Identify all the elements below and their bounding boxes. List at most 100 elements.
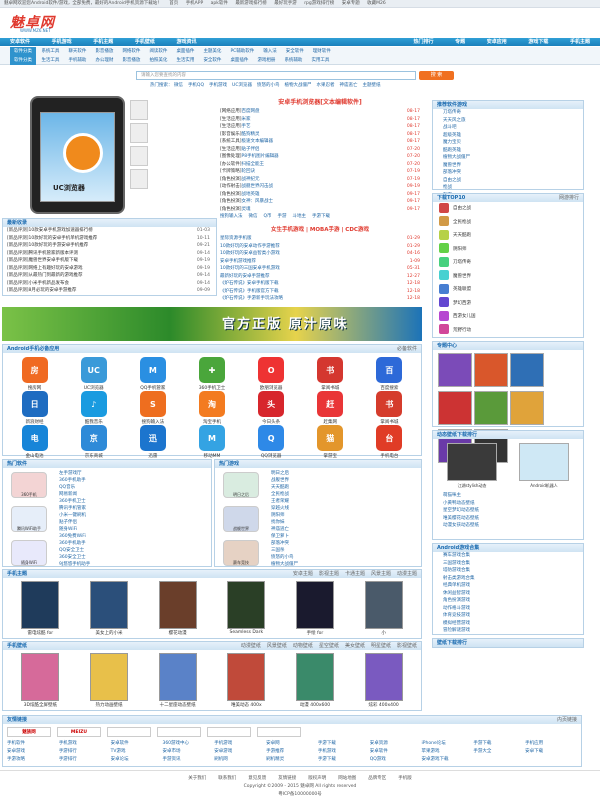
subnav-link[interactable]: 网络软件 [122, 49, 140, 54]
side-list-item[interactable]: 唯美樱花动态壁纸 [433, 515, 583, 523]
side-list-item[interactable]: 星空梦幻动态壁纸 [433, 507, 583, 515]
side-list-item[interactable]: 休闲益智游戏 [433, 590, 583, 598]
games-row[interactable]: 找你妹 [219, 519, 417, 526]
app-item[interactable]: Q QQ浏览器 [242, 425, 301, 459]
subnav-link[interactable]: 系统工具 [41, 49, 59, 54]
newest-title[interactable]: 魔兽世界安卓手机版下载 [29, 258, 79, 263]
theme-item[interactable]: 雷电炫酷 for [16, 581, 64, 636]
subnav-link[interactable]: 生活工具 [41, 58, 59, 63]
newest-row[interactable]: [新品评测]10款安卓手机游戏加速器排行榜 01-03 [3, 227, 216, 235]
nav-item[interactable]: 安卓软件 [0, 38, 40, 46]
newest-title[interactable]: 10款好玩的手游安卓手机推荐 [29, 243, 89, 248]
games-row[interactable]: 战舰世界 [219, 477, 417, 484]
theme-tab[interactable]: 风景主题 [371, 571, 391, 577]
friend-link[interactable]: 安卓软件 [370, 748, 422, 754]
theme-tab[interactable]: 影视主题 [319, 571, 339, 577]
news-row[interactable]: [动作射击]战舰世界闪击战 09-19 [220, 183, 420, 191]
nav-item[interactable]: 热门排行 [404, 38, 444, 46]
side-list-item[interactable]: 魔力宝贝 [433, 139, 583, 147]
subnav-link[interactable]: 办公理财 [95, 58, 113, 63]
subnav-link[interactable]: 安全软件 [286, 49, 304, 54]
side-list-item[interactable]: 冒险解谜游戏 [433, 627, 583, 635]
link-logo[interactable] [157, 727, 201, 737]
news-title[interactable]: 百度网盘 [242, 109, 260, 114]
mid-title[interactable]: 《炉石传说》安卓手机版下载 [220, 281, 279, 286]
thumb[interactable] [130, 123, 148, 143]
link-logo[interactable]: MEIZU [57, 727, 101, 737]
subnav-link[interactable]: 桌面插件 [230, 58, 248, 63]
mid-title[interactable]: 最新好玩的安卓手游推荐 [220, 274, 270, 279]
theme-item[interactable]: 樱花动漫 [154, 581, 202, 636]
topic-image[interactable] [438, 391, 472, 425]
side-list-item[interactable]: 天天风之旅 [433, 117, 583, 125]
side-list-item[interactable]: 塔防游戏合集 [433, 567, 583, 575]
news-title[interactable]: 极速文本编辑器 [242, 139, 274, 144]
friend-link[interactable]: 安卓资源 [370, 740, 422, 746]
news-row[interactable]: [角色扮演]战地英雄 09-17 [220, 191, 420, 199]
featured-phone-image[interactable]: UC浏览器 [30, 96, 125, 214]
friend-link[interactable]: iPhone论坛 [422, 740, 474, 746]
newest-title[interactable]: 8月必玩的安卓手游推荐 [29, 288, 77, 293]
wallpaper-item[interactable]: 动漫 400x600 [291, 653, 339, 708]
news-row[interactable]: [生活应用]米家 08-17 [220, 116, 420, 124]
news-title[interactable]: 战地英雄 [242, 192, 260, 197]
hot-word[interactable]: 神庙逃亡 [339, 83, 357, 88]
theme-tab[interactable]: 卡通主题 [345, 571, 365, 577]
subnav-link[interactable]: 影音播放 [122, 58, 140, 63]
app-item[interactable]: 房搜房网 [5, 357, 64, 391]
mid-title[interactable]: 星际资源手机版 [220, 236, 252, 241]
news-title[interactable]: 贴子伴侣 [242, 147, 260, 152]
link-logo[interactable]: 魅族网 [7, 727, 51, 737]
news-row[interactable]: [系统工具]极速文本编辑器 08-17 [220, 138, 420, 146]
app-item[interactable]: S 搜狗输入法 [123, 391, 182, 425]
theme-item[interactable]: 手绘 for [291, 581, 339, 636]
newest-row[interactable]: [新品评测]网络上有趣好玩的安卓游戏 09-19 [3, 265, 216, 273]
footer-link[interactable]: 友情链接 [278, 776, 296, 781]
newest-row[interactable]: [新品评测]10款好玩的安卓手机单机游戏推荐 10-11 [3, 235, 216, 243]
theme-item[interactable]: 小 [360, 581, 408, 636]
mid-title[interactable]: 《炉石传说》手游新手玩法攻略 [220, 296, 283, 301]
side-list-item[interactable]: 射击类游戏合集 [433, 575, 583, 583]
news-row[interactable]: [生活应用]手艺 08-17 [220, 123, 420, 131]
mid-title[interactable]: 安卓手机游戏推荐 [220, 259, 256, 264]
friend-link[interactable]: 刷机网 [214, 756, 266, 762]
games-row[interactable]: 穿越火线 [219, 505, 417, 512]
mid-row[interactable]: 10款好玩的三国安卓手机游戏 05-31 [220, 265, 420, 273]
link-logo[interactable] [257, 727, 301, 737]
nav-item[interactable]: 手机壁纸 [125, 38, 165, 46]
nav-item[interactable]: 专题 [445, 38, 475, 46]
app-item[interactable]: M QQ手机管家 [123, 357, 182, 391]
soft-row[interactable]: QQ音乐 [7, 484, 207, 491]
news-title[interactable]: 酷狗精灵 [242, 132, 260, 137]
news-row[interactable]: [影音娱乐]酷狗精灵 08-17 [220, 131, 420, 139]
nav-item[interactable]: 手机主题 [560, 38, 600, 46]
app-item[interactable]: 头今日头条 [242, 391, 301, 425]
news-title[interactable]: 手艺 [242, 124, 251, 129]
hot-tag[interactable]: 搜狗输入法 [220, 214, 243, 219]
friend-link[interactable]: 手机应用 [525, 740, 577, 746]
top10-item[interactable]: 阴阳师 [433, 243, 583, 257]
newest-title[interactable]: 从最热门到最新的游戏推荐 [29, 273, 83, 278]
nav-item[interactable]: 游戏下载 [518, 38, 558, 46]
soft-row[interactable]: QQ安全卫士 [7, 547, 207, 554]
friend-link[interactable]: 安卓下载 [525, 748, 577, 754]
side-list-item[interactable]: 经典单机游戏 [433, 582, 583, 590]
news-title[interactable]: 轮回诀 [242, 169, 256, 174]
top10-item[interactable]: 英雄联盟 [433, 283, 583, 297]
mid-row[interactable]: 安卓手机游戏推荐 1-09 [220, 258, 420, 266]
side-list-item[interactable]: 植物大战僵尸 [433, 154, 583, 162]
friend-link[interactable]: 手机游戏 [214, 740, 266, 746]
side-list-item[interactable]: 自由之战 [433, 177, 583, 185]
nav-item[interactable]: 安卓应用 [477, 38, 517, 46]
top10-name[interactable]: 魔兽世界 [453, 274, 471, 279]
top10-name[interactable]: 天天酷跑 [453, 233, 471, 238]
hot-tag[interactable]: 手游 [278, 214, 287, 219]
side-list-item[interactable]: 角色扮演游戏 [433, 597, 583, 605]
side-list-item[interactable]: 体育竞技游戏 [433, 612, 583, 620]
newest-row[interactable]: [新品评测]腾讯手机管家新版本评测 09-14 [3, 250, 216, 258]
app-item[interactable]: 迅迅雷 [123, 425, 182, 459]
mid-row[interactable]: 《炉石传说》安卓手机版下载 12-18 [220, 280, 420, 288]
mid-title[interactable]: 10款好玩的安卓益智类小游戏 [220, 251, 280, 256]
mid-row[interactable]: 10款好玩的安卓动作手游推荐 01-29 [220, 243, 420, 251]
top10-item[interactable]: 刀塔传奇 [433, 256, 583, 270]
